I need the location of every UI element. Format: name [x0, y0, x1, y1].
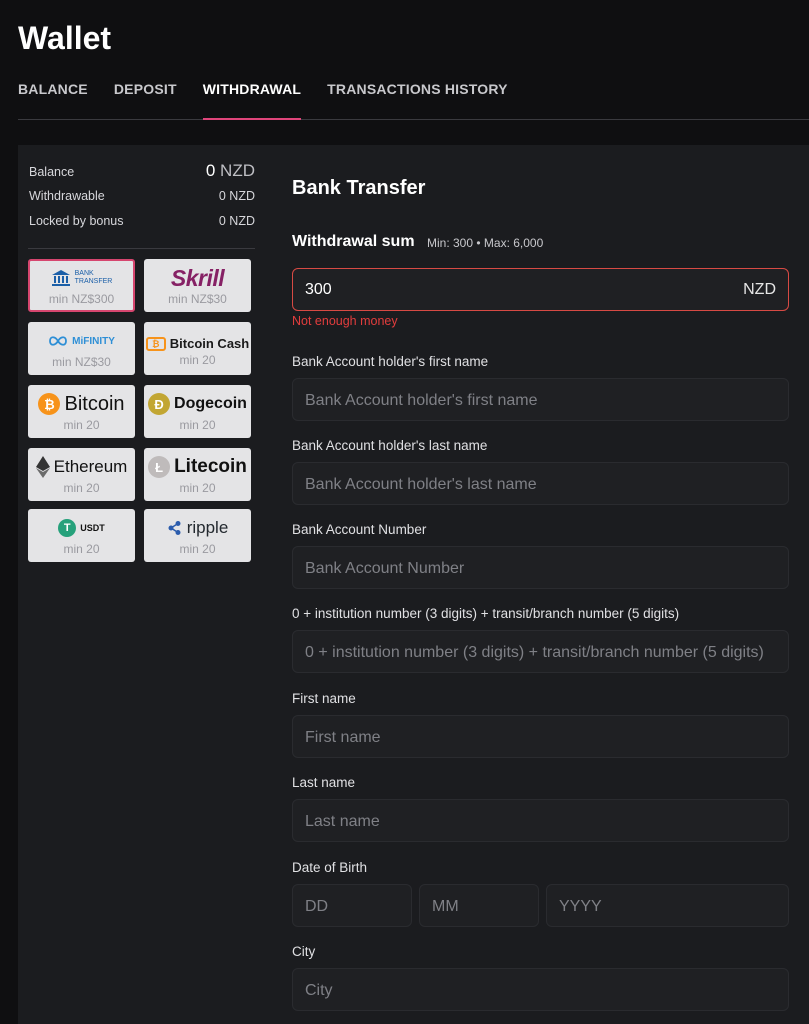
method-min: min 20 [179, 418, 216, 432]
balance-row: Balance 0 NZD [29, 161, 255, 181]
locked-row: Locked by bonus 0 NZD [29, 214, 255, 228]
skrill-logo: Skrill [170, 264, 225, 291]
withdrawable-value: 0 NZD [218, 189, 255, 203]
bitcoin-icon: ₿ [38, 393, 61, 415]
account-number-input[interactable]: Bank Account Number [292, 546, 789, 589]
account-number-label: Bank Account Number [292, 522, 427, 537]
payment-methods-panel: Balance 0 NZD Withdrawable 0 NZD Locked … [18, 145, 269, 1024]
withdrawable-row: Withdrawable 0 NZD [29, 189, 255, 203]
amount-value[interactable]: 300 [305, 281, 332, 299]
method-min: min 20 [63, 481, 100, 495]
method-mifinity[interactable]: MiFINITY min NZ$30 [28, 322, 135, 375]
ripple-icon [168, 521, 181, 535]
dob-year-input[interactable]: YYYY [546, 884, 789, 927]
tab-withdrawal[interactable]: WITHDRAWAL [202, 80, 302, 120]
bitcoin-cash-icon: ₿ [145, 336, 166, 351]
method-skrill[interactable]: Skrill min NZ$30 [144, 259, 251, 312]
litecoin-logo: Ł Litecoin [148, 454, 247, 480]
method-min: min NZ$300 [48, 292, 115, 306]
method-min: min 20 [179, 542, 216, 556]
infinity-icon [49, 336, 68, 346]
withdrawal-sum-label: Withdrawal sum [292, 233, 415, 250]
withdrawable-label: Withdrawable [29, 189, 105, 203]
dob-month-input[interactable]: MM [419, 884, 539, 927]
balance-value: 0 NZD [205, 161, 255, 180]
last-name-input[interactable]: Last name [292, 799, 789, 842]
bitcoin-logo: ₿ Bitcoin [38, 391, 125, 417]
form-title: Bank Transfer [292, 177, 426, 199]
error-message: Not enough money [292, 314, 398, 328]
mifinity-logo: MiFINITY [48, 328, 115, 354]
method-litecoin[interactable]: Ł Litecoin min 20 [144, 448, 251, 501]
bank-logo-line2: TRANSFER [74, 278, 113, 285]
amount-currency: NZD [743, 280, 776, 298]
ripple-logo: ripple [167, 515, 228, 541]
method-min: min 20 [179, 481, 216, 495]
dogecoin-icon: Ð [148, 393, 171, 415]
first-name-label: First name [292, 691, 356, 706]
locked-label: Locked by bonus [29, 214, 124, 228]
litecoin-icon: Ł [148, 456, 171, 478]
method-min: min 20 [63, 542, 100, 556]
withdrawal-form: Bank Transfer Withdrawal sum Min: 300 • … [269, 145, 809, 1024]
tab-balance[interactable]: BALANCE [18, 80, 88, 120]
method-bank-transfer[interactable]: BANK TRANSFER min NZ$300 [28, 259, 135, 312]
first-name-input[interactable]: First name [292, 715, 789, 758]
tether-icon: T [58, 519, 77, 537]
method-min: min NZ$30 [168, 292, 227, 306]
last-name-label: Last name [292, 775, 356, 790]
ethereum-icon [35, 456, 50, 478]
ethereum-logo: Ethereum [35, 454, 127, 480]
institution-number-label: 0 + institution number (3 digits) + tran… [292, 606, 680, 621]
method-min: min 20 [179, 352, 216, 367]
method-usdt[interactable]: T USDT min 20 [28, 509, 135, 562]
bank-icon [51, 270, 70, 286]
page-title: Wallet [18, 20, 112, 56]
method-ripple[interactable]: ripple min 20 [144, 509, 251, 562]
city-input[interactable]: City [292, 968, 789, 1011]
method-dogecoin[interactable]: Ð Dogecoin min 20 [144, 385, 251, 438]
divider [28, 248, 255, 249]
holder-first-name-label: Bank Account holder's first name [292, 354, 489, 369]
bank-transfer-logo: BANK TRANSFER [51, 265, 113, 291]
holder-last-name-input[interactable]: Bank Account holder's last name [292, 462, 789, 505]
balance-label: Balance [29, 165, 75, 179]
holder-first-name-input[interactable]: Bank Account holder's first name [292, 378, 789, 421]
locked-value: 0 NZD [218, 214, 255, 228]
wallet-tabs: BALANCE DEPOSIT WITHDRAWAL TRANSACTIONS … [18, 80, 809, 120]
tab-transactions-history[interactable]: TRANSACTIONS HISTORY [327, 80, 508, 120]
method-min: min 20 [63, 418, 100, 432]
withdrawal-amount-input[interactable]: 300 NZD [292, 268, 789, 311]
method-bitcoin[interactable]: ₿ Bitcoin min 20 [28, 385, 135, 438]
dogecoin-logo: Ð Dogecoin [148, 391, 247, 417]
holder-last-name-label: Bank Account holder's last name [292, 438, 488, 453]
dob-day-input[interactable]: DD [292, 884, 412, 927]
city-label: City [292, 944, 316, 959]
bank-logo-line1: BANK [74, 270, 94, 277]
dob-label: Date of Birth [292, 860, 368, 875]
tab-deposit[interactable]: DEPOSIT [114, 80, 177, 120]
method-min: min NZ$30 [52, 355, 111, 369]
usdt-logo: T USDT [58, 515, 105, 541]
method-bitcoin-cash[interactable]: ₿ Bitcoin Cash min 20 [144, 322, 251, 375]
institution-number-input[interactable]: 0 + institution number (3 digits) + tran… [292, 630, 789, 673]
withdrawal-sum-limits: Min: 300 • Max: 6,000 [427, 236, 544, 250]
method-ethereum[interactable]: Ethereum min 20 [28, 448, 135, 501]
